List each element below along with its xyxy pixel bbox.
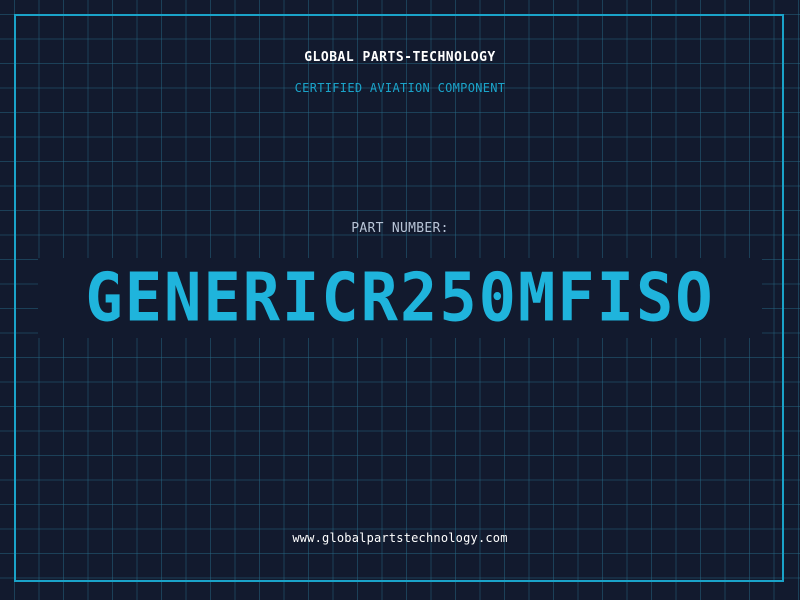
company-name: GLOBAL PARTS-TECHNOLOGY — [304, 50, 496, 65]
website-url: www.globalpartstechnology.com — [292, 531, 508, 545]
part-number-value: GENERICR250MFISO — [85, 258, 715, 337]
part-number-label: PART NUMBER: — [351, 221, 449, 236]
tagline: CERTIFIED AVIATION COMPONENT — [294, 81, 506, 95]
